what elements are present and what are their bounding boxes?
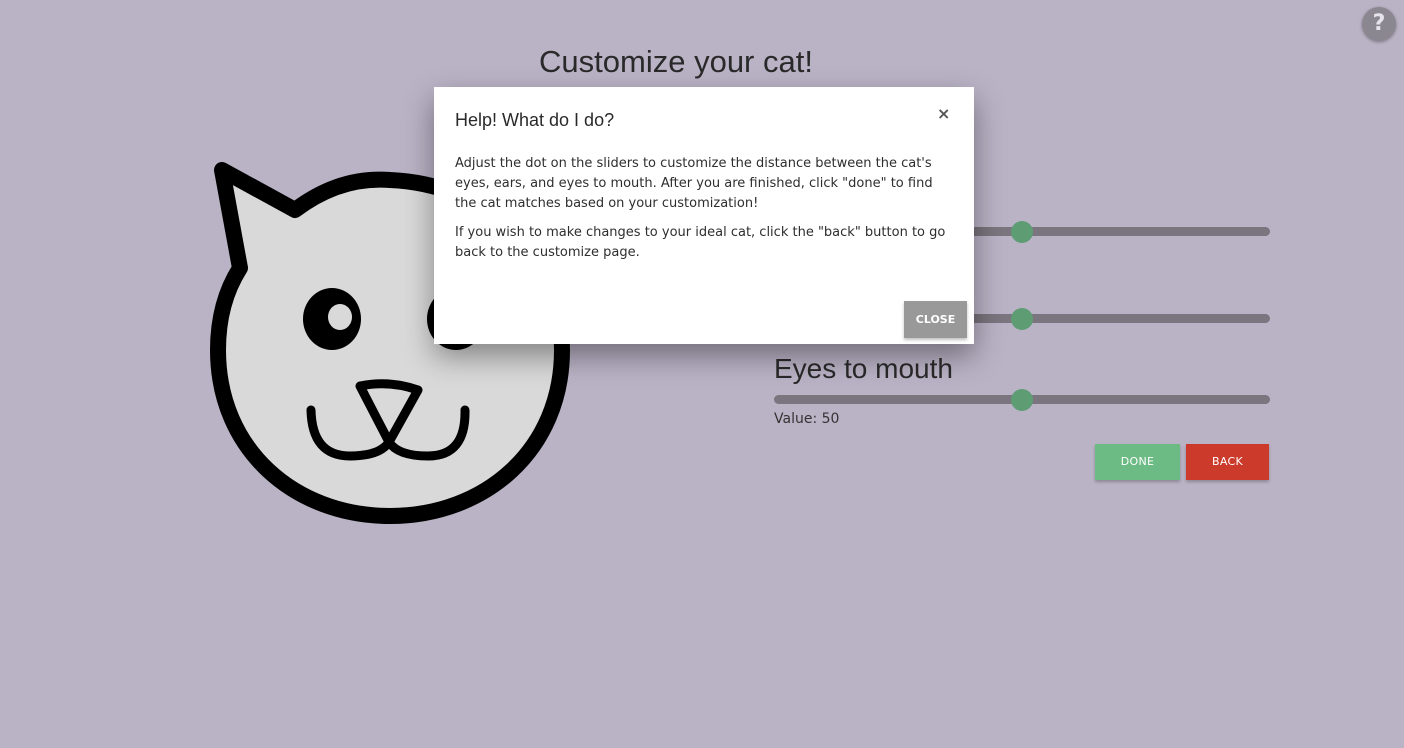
slider-thumb[interactable]: [1011, 307, 1033, 330]
slider-track[interactable]: [774, 388, 1270, 411]
help-button[interactable]: ?: [1362, 7, 1396, 41]
slider-eyes-to-mouth: Eyes to mouth Value: 50: [774, 352, 1270, 427]
modal-close-button[interactable]: CLOSE: [904, 301, 967, 338]
slider-thumb[interactable]: [1011, 388, 1033, 411]
slider-label: Eyes to mouth: [774, 353, 953, 384]
page-title: Customize your cat!: [539, 44, 813, 79]
done-button[interactable]: DONE: [1095, 444, 1180, 480]
modal-paragraph: If you wish to make changes to your idea…: [455, 225, 946, 260]
close-icon[interactable]: ×: [937, 104, 950, 123]
customize-page: ? Customize your cat! Eyes to mouth Valu…: [0, 0, 1404, 748]
help-modal: Help! What do I do? × Adjust the dot on …: [434, 87, 974, 344]
back-button[interactable]: BACK: [1186, 444, 1269, 480]
modal-body: Adjust the dot on the sliders to customi…: [455, 154, 955, 272]
slider-value: Value: 50: [774, 411, 840, 427]
modal-title: Help! What do I do?: [455, 110, 615, 130]
slider-thumb[interactable]: [1011, 220, 1033, 243]
modal-paragraph: Adjust the dot on the sliders to customi…: [455, 156, 933, 211]
